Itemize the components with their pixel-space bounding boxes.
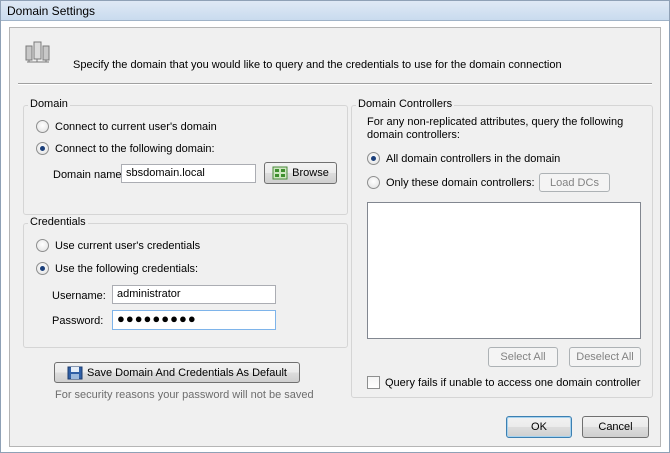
load-dcs-label: Load DCs [550, 176, 599, 189]
header-separator [18, 83, 652, 85]
domain-controllers-group-title: Domain Controllers [356, 98, 455, 110]
save-default-button-label: Save Domain And Credentials As Default [87, 366, 287, 379]
connect-following-domain-radio[interactable]: Connect to the following domain: [36, 142, 215, 155]
dc-listbox[interactable] [367, 202, 641, 339]
connect-current-domain-label: Connect to current user's domain [55, 120, 217, 133]
browse-button[interactable]: Browse [264, 162, 337, 184]
ok-button-label: OK [531, 421, 547, 433]
dialog-window: Domain Settings Specify the domain that … [0, 0, 670, 453]
username-label: Username: [52, 290, 106, 302]
domain-group-title: Domain [28, 98, 70, 110]
save-default-button[interactable]: Save Domain And Credentials As Default [54, 362, 300, 383]
cancel-button[interactable]: Cancel [582, 416, 649, 438]
username-input[interactable]: administrator [112, 285, 276, 304]
directory-browse-icon [272, 166, 288, 180]
use-following-credentials-radio[interactable]: Use the following credentials: [36, 262, 198, 275]
password-not-saved-note: For security reasons your password will … [55, 389, 314, 401]
all-dcs-label: All domain controllers in the domain [386, 152, 561, 165]
save-disk-icon [67, 366, 83, 379]
use-current-credentials-label: Use current user's credentials [55, 239, 201, 252]
password-label: Password: [52, 315, 104, 327]
radio-indicator-checked[interactable] [367, 152, 380, 165]
deselect-all-label: Deselect All [576, 351, 634, 363]
radio-indicator-checked[interactable] [36, 142, 49, 155]
browse-button-label: Browse [292, 167, 329, 179]
domain-controllers-group: Domain Controllers For any non-replicate… [351, 98, 653, 398]
password-input[interactable]: ●●●●●●●●● [112, 310, 276, 330]
radio-indicator[interactable] [36, 120, 49, 133]
domain-servers-icon [25, 41, 50, 63]
query-fails-checkbox[interactable] [367, 376, 380, 389]
radio-indicator-checked[interactable] [36, 262, 49, 275]
deselect-all-button[interactable]: Deselect All [569, 347, 641, 367]
ok-button[interactable]: OK [506, 416, 572, 438]
header-instructions: Specify the domain that you would like t… [73, 59, 562, 71]
all-dcs-radio[interactable]: All domain controllers in the domain [367, 152, 560, 165]
only-these-dcs-radio[interactable]: Only these domain controllers: [367, 176, 535, 189]
credentials-group-title: Credentials [28, 216, 88, 228]
dialog-client-area: Specify the domain that you would like t… [9, 27, 661, 447]
window-title: Domain Settings [7, 4, 96, 18]
use-following-credentials-label: Use the following credentials: [55, 262, 199, 275]
only-these-dcs-label: Only these domain controllers: [386, 176, 535, 189]
connect-current-domain-radio[interactable]: Connect to current user's domain [36, 120, 217, 133]
select-all-label: Select All [500, 351, 546, 363]
credentials-group: Credentials Use current user's credentia… [23, 216, 348, 348]
connect-following-domain-label: Connect to the following domain: [55, 142, 215, 155]
cancel-button-label: Cancel [598, 421, 633, 433]
title-bar[interactable]: Domain Settings [1, 1, 669, 21]
select-all-button[interactable]: Select All [488, 347, 558, 367]
radio-indicator[interactable] [36, 239, 49, 252]
use-current-credentials-radio[interactable]: Use current user's credentials [36, 239, 200, 252]
domain-name-label: Domain name: [53, 169, 125, 181]
load-dcs-button[interactable]: Load DCs [539, 173, 610, 192]
radio-indicator[interactable] [367, 176, 380, 189]
domain-name-input[interactable]: sbsdomain.local [121, 164, 256, 183]
dc-description: For any non-replicated attributes, query… [367, 116, 624, 141]
query-fails-label: Query fails if unable to access one doma… [385, 377, 641, 389]
domain-group: Domain Connect to current user's domain … [23, 98, 348, 215]
